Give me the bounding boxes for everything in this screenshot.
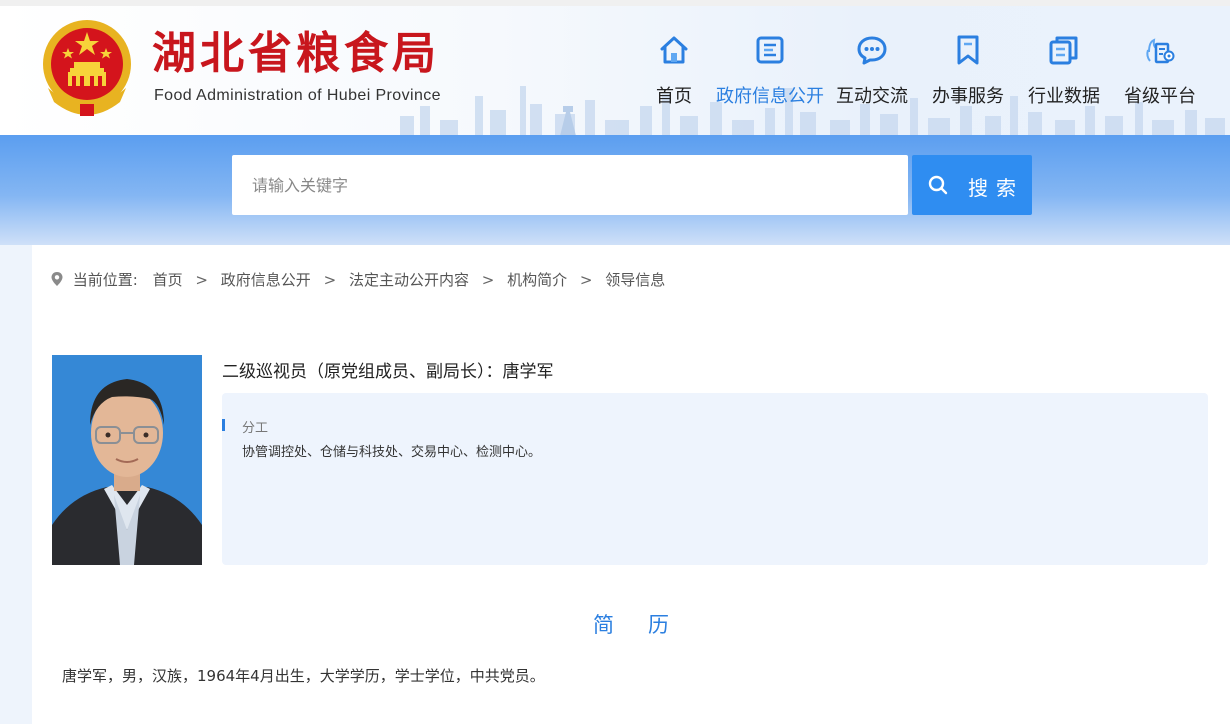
nav-services[interactable]: 办事服务 [913, 32, 1023, 122]
search-band: 搜索 [0, 135, 1230, 245]
chat-icon [857, 36, 887, 65]
nav-home[interactable]: 首页 [619, 32, 729, 122]
leader-bio: 唐学军，男，汉族，1964年4月出生，大学学历，学士学位，中共党员。 [62, 667, 545, 685]
breadcrumb-gov-info[interactable]: 政府信息公开 [221, 271, 311, 289]
breadcrumb: 当前位置: 首页 > 政府信息公开 > 法定主动公开内容 > 机构简介 > 领导… [50, 269, 665, 293]
breadcrumb-leader-info[interactable]: 领导信息 [605, 271, 665, 289]
search-button[interactable]: 搜索 [912, 155, 1032, 215]
breadcrumb-home[interactable]: 首页 [153, 271, 183, 289]
search-button-label: 搜索 [968, 176, 1024, 200]
data-icon [1049, 36, 1078, 65]
home-icon [660, 36, 688, 64]
breadcrumb-separator: > [323, 271, 337, 289]
location-pin-icon [51, 272, 63, 286]
duty-text: 协管调控处、仓储与科技处、交易中心、检测中心。 [242, 445, 542, 460]
nav-industry-data[interactable]: 行业数据 [1009, 32, 1119, 122]
breadcrumb-org-intro[interactable]: 机构简介 [507, 271, 567, 289]
site-header: 湖北省粮食局 Food Administration of Hubei Prov… [0, 6, 1230, 135]
nav-provincial-platform[interactable]: 省级平台 [1105, 32, 1215, 122]
document-icon [756, 36, 784, 64]
resume-heading: 简历 [593, 613, 703, 637]
breadcrumb-separator: > [579, 271, 593, 289]
nav-services-label: 办事服务 [932, 86, 1004, 107]
platform-icon [1146, 38, 1175, 64]
main-nav: 首页 政府信息公开 互动交流 办事服务 行业数据 省级平台 [0, 32, 1230, 122]
nav-home-label: 首页 [656, 86, 692, 107]
duty-label: 分工 [242, 421, 269, 436]
search-icon [928, 175, 948, 195]
nav-industry-data-label: 行业数据 [1028, 86, 1100, 107]
breadcrumb-separator: > [195, 271, 208, 289]
leader-title: 二级巡视员（原党组成员、副局长）：唐学军 [222, 362, 554, 382]
nav-interaction-label: 互动交流 [836, 86, 908, 107]
duty-accent-bar [222, 419, 225, 431]
leader-photo [52, 355, 202, 565]
bookmark-icon [957, 35, 979, 65]
duty-panel: 分工 协管调控处、仓储与科技处、交易中心、检测中心。 [222, 393, 1208, 565]
breadcrumb-prefix: 当前位置: [72, 271, 138, 289]
main-content: 当前位置: 首页 > 政府信息公开 > 法定主动公开内容 > 机构简介 > 领导… [32, 245, 1230, 724]
breadcrumb-separator: > [481, 271, 495, 289]
nav-gov-info[interactable]: 政府信息公开 [715, 32, 825, 122]
nav-gov-info-label: 政府信息公开 [716, 86, 824, 107]
nav-provincial-platform-label: 省级平台 [1124, 86, 1196, 107]
portrait-image [52, 355, 202, 565]
nav-interaction[interactable]: 互动交流 [817, 32, 927, 122]
search-input[interactable] [232, 155, 908, 215]
breadcrumb-statutory-content[interactable]: 法定主动公开内容 [349, 271, 469, 289]
